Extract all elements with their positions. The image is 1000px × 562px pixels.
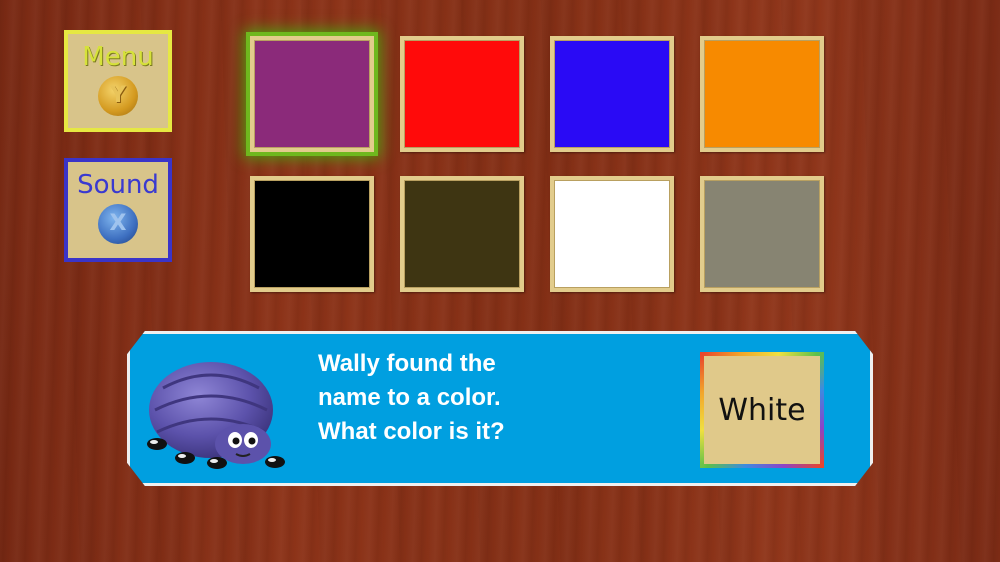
prompt-text: Wally found the name to a color. What co… <box>318 347 678 449</box>
color-tile-8[interactable] <box>700 176 824 292</box>
color-tile-2[interactable] <box>400 36 524 152</box>
prompt-line-1: Wally found the <box>318 350 496 377</box>
color-tile-1[interactable] <box>250 36 374 152</box>
color-tile-5[interactable] <box>250 176 374 292</box>
color-tile-3[interactable] <box>550 36 674 152</box>
color-name-card: White <box>700 352 824 468</box>
color-tile-6[interactable] <box>400 176 524 292</box>
sound-label: Sound <box>77 170 159 200</box>
y-button-icon: Y <box>98 76 138 116</box>
wally-bug-icon <box>147 362 285 469</box>
menu-button[interactable]: Menu Y <box>64 30 172 132</box>
color-tile-7[interactable] <box>550 176 674 292</box>
menu-label: Menu <box>82 42 154 72</box>
sound-button[interactable]: Sound X <box>64 158 172 262</box>
color-tile-4[interactable] <box>700 36 824 152</box>
prompt-line-3: What color is it? <box>318 418 505 445</box>
x-button-icon: X <box>98 204 138 244</box>
prompt-line-2: name to a color. <box>318 384 501 411</box>
color-name-text: White <box>718 392 806 428</box>
